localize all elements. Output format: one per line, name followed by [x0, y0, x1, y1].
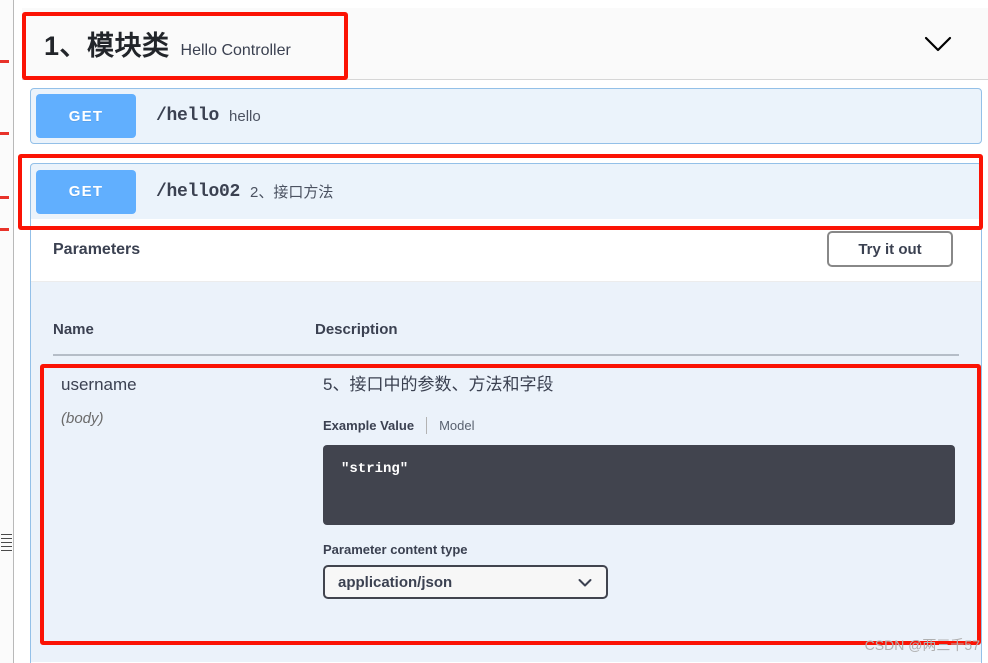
opblock-path: /hello02: [156, 181, 241, 202]
parameter-description: 5、接口中的参数、方法和字段: [323, 375, 554, 394]
opblock-summary[interactable]: GET /hello02 2、接口方法: [31, 164, 981, 219]
try-it-out-button[interactable]: Try it out: [827, 231, 953, 267]
watermark: CSDN @两三千57: [864, 637, 980, 653]
parameter-content-type-label: Parameter content type: [323, 542, 468, 558]
parameters-header: Parameters Try it out: [31, 219, 981, 282]
opblock-summary-description: hello: [229, 107, 261, 125]
gutter-tick: [0, 196, 9, 199]
gutter-hamburger-icon: [1, 534, 12, 556]
example-value-code: "string": [341, 461, 409, 478]
swagger-ui-page: 1、模块类 Hello Controller GET /hello hello …: [0, 0, 988, 663]
tag-title-wrap: 1、模块类 Hello Controller: [22, 24, 291, 63]
chevron-down-icon: [578, 575, 592, 589]
method-badge-get: GET: [36, 169, 136, 214]
gutter-tick: [0, 228, 9, 231]
tab-model[interactable]: Model: [439, 418, 474, 433]
column-header-description: Description: [315, 321, 398, 338]
parameter-content-type-value: application/json: [338, 573, 453, 591]
tab-example-value[interactable]: Example Value: [323, 418, 414, 433]
gutter-tick: [0, 132, 9, 135]
opblock-get-hello02[interactable]: GET /hello02 2、接口方法: [30, 163, 982, 219]
opblock-summary[interactable]: GET /hello hello: [31, 89, 981, 143]
page-gutter: [0, 0, 14, 663]
method-badge-get: GET: [36, 94, 136, 138]
table-header-row: Name Description: [53, 282, 959, 356]
parameter-name: username: [61, 375, 137, 394]
example-model-tabs: Example Value Model: [323, 417, 959, 435]
parameter-content-type-select[interactable]: application/json: [323, 565, 608, 600]
parameter-description-cell: 5、接口中的参数、方法和字段 Example Value Model "stri…: [315, 374, 959, 600]
parameters-table: Name Description username (body) 5、接口中的参…: [31, 282, 981, 662]
opblock-path: /hello: [156, 106, 220, 126]
example-value-code-block[interactable]: "string": [323, 445, 955, 526]
tag-header[interactable]: 1、模块类 Hello Controller: [22, 8, 988, 80]
parameters-title: Parameters: [53, 241, 141, 258]
gutter-tick: [0, 60, 9, 63]
chevron-down-icon[interactable]: [923, 29, 953, 59]
opblock-summary-description: 2、接口方法: [250, 184, 334, 201]
opblock-get-hello[interactable]: GET /hello hello: [30, 88, 982, 144]
parameter-name-cell: username (body): [53, 374, 315, 599]
tab-divider: [426, 417, 428, 435]
tag-title: 1、模块类: [44, 31, 170, 61]
tag-description: Hello Controller: [180, 42, 291, 59]
opblock-body: Parameters Try it out Name Description u…: [30, 219, 982, 663]
column-header-name: Name: [53, 321, 94, 338]
parameter-location: (body): [61, 410, 104, 428]
table-row: username (body) 5、接口中的参数、方法和字段 Example V…: [53, 356, 959, 600]
